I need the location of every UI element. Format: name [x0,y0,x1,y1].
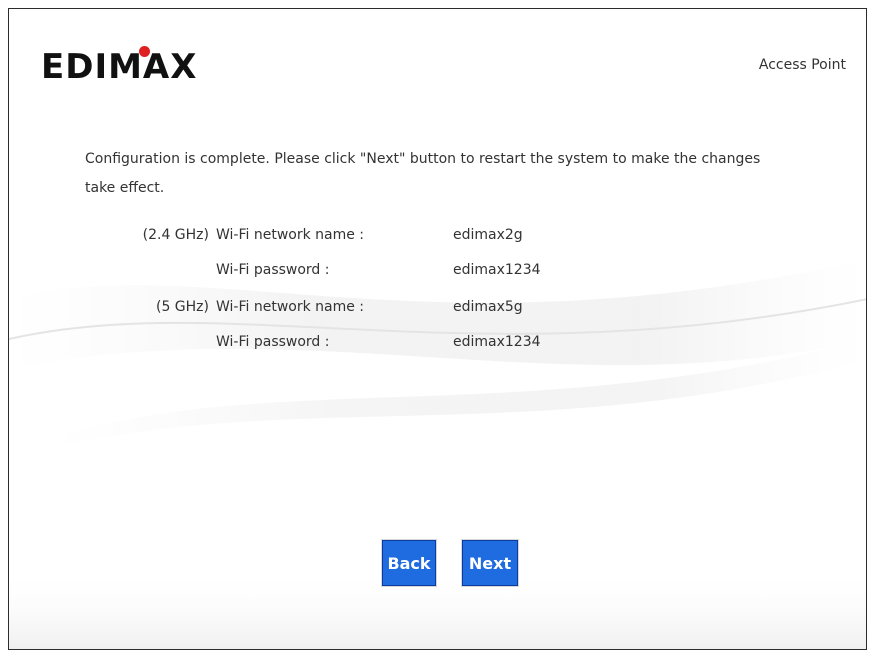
summary-row-24ghz-ssid: (2.4 GHz) Wi-Fi network name : edimax2g [9,227,866,263]
field-label: Wi-Fi network name : [216,227,365,243]
field-label: Wi-Fi network name : [216,299,365,315]
field-value: edimax1234 [453,262,541,278]
summary-row-5ghz-password: Wi-Fi password : edimax1234 [9,334,866,370]
logo-text: EDIMAX [41,47,198,87]
field-value: edimax1234 [453,334,541,350]
logo-dot [139,46,150,57]
edimax-logo: EDIMAX [41,33,231,91]
band-label: (5 GHz) [155,299,209,315]
field-label: Wi-Fi password : [216,262,330,278]
setup-wizard-frame: EDIMAX Access Point Configuration is com… [8,8,867,650]
next-button[interactable]: Next [462,540,518,586]
field-value: edimax2g [453,227,523,243]
summary-row-24ghz-password: Wi-Fi password : edimax1234 [9,262,866,298]
field-value: edimax5g [453,299,523,315]
band-label: (2.4 GHz) [142,227,209,243]
completion-message: Configuration is complete. Please click … [85,151,761,196]
device-mode-label: Access Point [758,57,846,73]
summary-row-5ghz-ssid: (5 GHz) Wi-Fi network name : edimax5g [9,299,866,335]
back-button[interactable]: Back [382,540,436,586]
field-label: Wi-Fi password : [216,334,330,350]
